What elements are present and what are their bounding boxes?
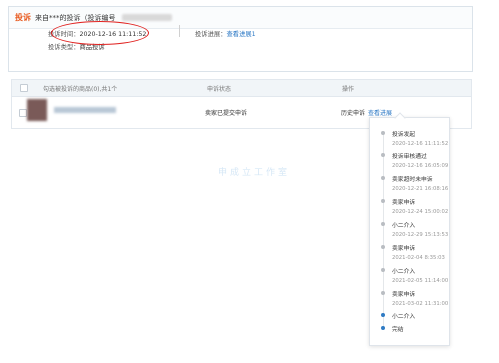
timeline-dot: [381, 199, 385, 203]
timeline-event-label: 投诉审核通过: [392, 154, 427, 160]
complaint-progress: 投诉进展：查看进展1: [195, 29, 256, 38]
history-appeal-label: 历史申诉: [341, 110, 366, 117]
timeline-dot: [381, 245, 385, 249]
complaint-type-label: 投诉类型：: [48, 44, 80, 51]
view-progress-link[interactable]: 查看进展1: [226, 31, 255, 38]
timeline-dot: [381, 222, 385, 226]
complaint-id-redacted: [121, 14, 172, 21]
row-status: 卖家已提交申诉: [205, 110, 248, 117]
watermark: 申成立工作室: [218, 168, 291, 178]
progress-popup: 投诉发起 2020-12-16 11:11:52 投诉审核通过 2020-12-…: [369, 112, 450, 346]
table-header: 勾选被投诉的商品(0),共1个 申诉状态 操作: [12, 80, 471, 97]
row-checkbox[interactable]: [19, 109, 27, 117]
timeline-dot-active: [381, 326, 385, 330]
timeline-event-label: 小二介入: [392, 269, 416, 275]
complaint-type-value: 商品投诉: [79, 44, 105, 51]
timeline-event-label: 完结: [392, 327, 404, 333]
timeline-dot-active: [381, 313, 385, 317]
divider: [179, 25, 180, 37]
col-header-status: 申诉状态: [207, 86, 232, 93]
timeline-event-time: 2020-12-16 16:05:09: [392, 163, 449, 169]
select-all-checkbox[interactable]: [20, 84, 28, 92]
col-header-actions: 操作: [342, 86, 355, 93]
timeline-event-time: 2021-02-05 11:14:00: [392, 278, 449, 284]
timeline-event-time: 2020-12-24 15:00:02: [392, 209, 449, 215]
timeline-event-label: 小二介入: [392, 314, 416, 320]
timeline-event-label: 卖家申诉: [392, 246, 416, 252]
timeline-event-label: 小二介入: [392, 223, 416, 229]
highlight-circle: [51, 21, 149, 45]
product-thumbnail[interactable]: [27, 99, 47, 121]
timeline-dot: [381, 176, 385, 180]
timeline-event-label: 卖家超时未申诉: [392, 177, 433, 183]
timeline-dot: [381, 291, 385, 295]
product-name-redacted[interactable]: [54, 107, 116, 113]
view-row-progress-link[interactable]: 查看进展: [368, 108, 392, 117]
timeline-event-time: 2020-12-16 11:11:52: [392, 141, 449, 147]
complaint-progress-label: 投诉进展：: [195, 31, 227, 38]
col-header-items: 勾选被投诉的商品(0),共1个: [43, 86, 118, 93]
timeline-event-time: 2020-12-29 15:13:53: [392, 232, 449, 238]
timeline-event-label: 卖家申诉: [392, 292, 416, 298]
timeline-event-label: 卖家申诉: [392, 200, 416, 206]
timeline-event-label: 投诉发起: [392, 132, 416, 138]
timeline-dot: [381, 131, 385, 135]
timeline-dot: [381, 268, 385, 272]
timeline-line: [383, 132, 384, 328]
complaint-tag: 投诉: [15, 13, 31, 22]
timeline-event-time: 2021-03-02 11:31:00: [392, 301, 449, 307]
timeline-event-time: 2020-12-21 16:08:16: [392, 186, 449, 192]
timeline-event-time: 2021-02-04 8:35:03: [392, 255, 445, 261]
timeline-dot: [381, 153, 385, 157]
